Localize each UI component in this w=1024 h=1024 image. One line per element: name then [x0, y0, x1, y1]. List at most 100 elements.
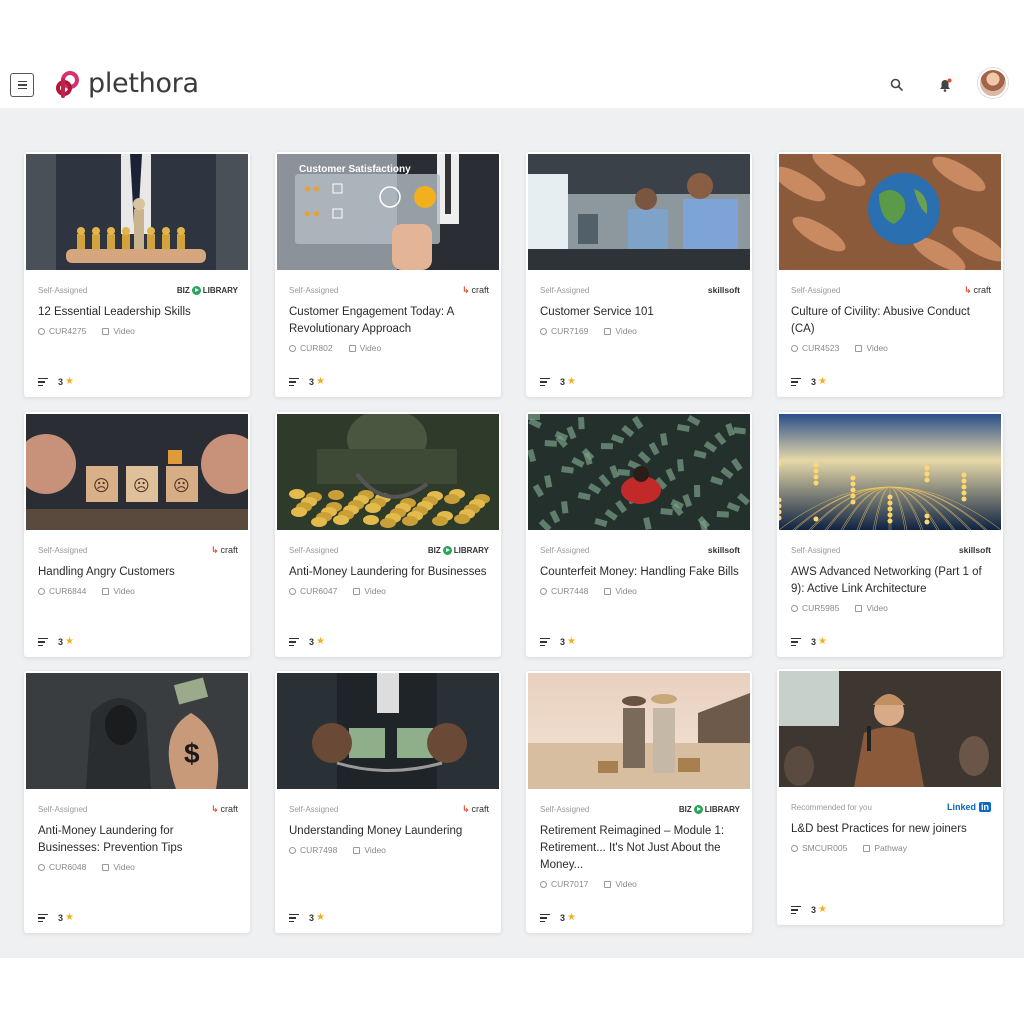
assignment-status: Self-Assigned: [289, 545, 339, 555]
course-card[interactable]: Self-Assigned ↳ craft Culture of Civility: …: [777, 152, 1003, 397]
course-card[interactable]: Self-Assigned ↳ craft Understanding Money L…: [275, 671, 501, 933]
course-title[interactable]: Counterfeit Money: Handling Fake Bills: [526, 564, 752, 581]
course-thumbnail[interactable]: $: [26, 673, 248, 789]
rating-value: 3: [560, 912, 566, 923]
course-card[interactable]: ☹ ☹ ☹ Self-Assigned ↳ craft Handling Angry Cus…: [24, 412, 250, 657]
star-icon: ★: [65, 636, 74, 647]
course-code: CUR6844: [49, 586, 87, 596]
code-icon: [38, 863, 45, 871]
code-icon: [791, 344, 798, 352]
course-rating: 3 ★: [811, 904, 827, 915]
course-title[interactable]: Customer Engagement Today: A Revolutiona…: [275, 304, 501, 338]
svg-text:★★: ★★: [303, 209, 321, 220]
code-icon: [791, 844, 798, 852]
course-card[interactable]: $ Self-Assigned ↳ craft Anti-Money Launderin…: [24, 671, 250, 933]
add-to-playlist-icon[interactable]: [38, 913, 50, 923]
star-icon: ★: [818, 904, 827, 915]
rating-value: 3: [58, 376, 64, 387]
search-icon[interactable]: [888, 76, 906, 94]
course-rating: 3 ★: [560, 376, 576, 387]
course-thumbnail[interactable]: [528, 414, 750, 530]
course-title[interactable]: Retirement Reimagined – Module 1: Retire…: [526, 823, 752, 874]
craft-logo-icon: ↳: [461, 803, 470, 814]
course-info: CUR5985 Video: [777, 603, 1003, 613]
code-icon: [38, 327, 45, 335]
course-title[interactable]: Culture of Civility: Abusive Conduct (CA…: [777, 304, 1003, 338]
course-card[interactable]: Recommended for you Linked in L&D best Prac…: [777, 669, 1003, 925]
card-footer: 3 ★: [38, 376, 74, 387]
course-info: CUR802 Video: [275, 343, 501, 353]
course-thumbnail[interactable]: [779, 671, 1001, 787]
add-to-playlist-icon[interactable]: [38, 377, 50, 387]
card-meta: Self-Assigned ↳ craft: [275, 284, 501, 296]
bell-icon[interactable]: [936, 76, 954, 94]
star-icon: ★: [567, 376, 576, 387]
course-card[interactable]: Self-Assigned BIZ LIBRARY 12 Essential Lead…: [24, 152, 250, 397]
biz-library-logo: BIZ LIBRARY: [176, 285, 238, 295]
provider-name: craft: [471, 285, 489, 295]
content-provider: BIZ LIBRARY: [428, 545, 489, 555]
add-to-playlist-icon[interactable]: [791, 905, 803, 915]
provider-name: craft: [220, 545, 238, 555]
course-format: Pathway: [874, 843, 907, 853]
provider-name: craft: [471, 804, 489, 814]
code-icon: [540, 327, 547, 335]
assignment-status: Self-Assigned: [38, 804, 88, 814]
add-to-playlist-icon[interactable]: [289, 377, 301, 387]
plethora-logo-icon: [56, 70, 79, 98]
course-title[interactable]: Handling Angry Customers: [24, 564, 250, 581]
add-to-playlist-icon[interactable]: [38, 637, 50, 647]
course-code: CUR7448: [551, 586, 589, 596]
course-thumbnail[interactable]: [26, 154, 248, 270]
course-thumbnail[interactable]: [528, 154, 750, 270]
course-card[interactable]: Self-Assigned skillsoft AWS Advanced Netwo…: [777, 412, 1003, 657]
card-meta: Self-Assigned ↳ craft: [777, 284, 1003, 296]
course-card[interactable]: Self-Assigned BIZ LIBRARY Anti-Money Launde…: [275, 412, 501, 657]
card-footer: 3 ★: [289, 912, 325, 923]
add-to-playlist-icon[interactable]: [540, 377, 552, 387]
course-card[interactable]: Customer Satisfactiony ★★ ★★ Self-Assigned ↳…: [275, 152, 501, 397]
course-title[interactable]: Customer Service 101: [526, 304, 752, 321]
course-thumbnail[interactable]: [779, 154, 1001, 270]
course-title[interactable]: L&D best Practices for new joiners: [777, 821, 1003, 838]
provider-name: skillsoft: [707, 545, 740, 555]
course-thumbnail[interactable]: [277, 673, 499, 789]
add-to-playlist-icon[interactable]: [289, 637, 301, 647]
provider-name: skillsoft: [707, 285, 740, 295]
course-code: CUR4523: [802, 343, 840, 353]
star-icon: ★: [567, 912, 576, 923]
course-title[interactable]: Understanding Money Laundering: [275, 823, 501, 840]
user-avatar[interactable]: [978, 68, 1008, 98]
course-format: Video: [364, 586, 386, 596]
format-icon: [353, 587, 361, 595]
course-info: CUR4275 Video: [24, 326, 250, 336]
menu-icon[interactable]: [10, 73, 34, 97]
add-to-playlist-icon[interactable]: [540, 637, 552, 647]
card-meta: Self-Assigned BIZ LIBRARY: [275, 544, 501, 556]
course-format: Video: [866, 343, 888, 353]
add-to-playlist-icon[interactable]: [540, 913, 552, 923]
add-to-playlist-icon[interactable]: [791, 637, 803, 647]
card-footer: 3 ★: [540, 912, 576, 923]
course-card[interactable]: Self-Assigned BIZ LIBRARY Retirement Reimag…: [526, 671, 752, 933]
card-footer: 3 ★: [289, 376, 325, 387]
course-title[interactable]: 12 Essential Leadership Skills: [24, 304, 250, 321]
add-to-playlist-icon[interactable]: [289, 913, 301, 923]
course-card[interactable]: Self-Assigned skillsoft Customer Service 1…: [526, 152, 752, 397]
linkedin-logo: Linked in: [946, 802, 991, 812]
format-icon: [604, 880, 612, 888]
course-title[interactable]: Anti-Money Laundering for Businesses: Pr…: [24, 823, 250, 857]
app-logo[interactable]: plethora: [54, 68, 199, 99]
course-title[interactable]: AWS Advanced Networking (Part 1 of 9): A…: [777, 564, 1003, 598]
code-icon: [289, 846, 296, 854]
course-title[interactable]: Anti-Money Laundering for Businesses: [275, 564, 501, 581]
add-to-playlist-icon[interactable]: [791, 377, 803, 387]
course-card[interactable]: Self-Assigned skillsoft Counterfeit Money:…: [526, 412, 752, 657]
course-thumbnail[interactable]: Customer Satisfactiony ★★ ★★: [277, 154, 499, 270]
course-thumbnail[interactable]: [779, 414, 1001, 530]
assignment-status: Self-Assigned: [38, 545, 88, 555]
course-thumbnail[interactable]: [277, 414, 499, 530]
course-thumbnail[interactable]: ☹ ☹ ☹: [26, 414, 248, 530]
course-thumbnail[interactable]: [528, 673, 750, 789]
course-rating: 3 ★: [560, 912, 576, 923]
